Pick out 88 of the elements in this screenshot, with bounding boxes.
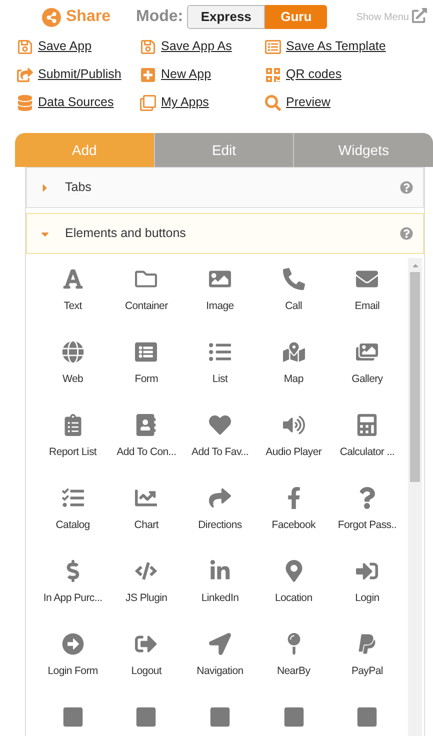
element-label[interactable]: Gallery [352,372,383,388]
speaker-icon[interactable] [282,414,305,436]
help-icon[interactable] [400,227,413,240]
image-icon[interactable] [208,268,231,290]
square-icon [208,706,231,728]
element-label[interactable]: Logout [131,664,162,680]
square-icon [356,706,378,728]
action-link[interactable]: Save App As [161,37,232,56]
square-icon [62,706,84,728]
envelope-icon[interactable] [356,268,378,290]
element-label[interactable]: Web [62,372,84,388]
element-label[interactable]: Forgot Pass.. [338,518,396,534]
gallery-icon[interactable] [356,341,378,363]
action-link[interactable]: Save App [38,37,92,56]
action-link[interactable]: QR codes [286,65,342,84]
mode-label: Mode: [136,7,184,27]
folder-icon[interactable] [135,268,158,290]
element-label[interactable]: Login [355,591,380,607]
plus-icon [140,66,156,82]
login-icon[interactable] [356,560,378,582]
heart-icon[interactable] [208,414,231,436]
action-link[interactable]: Submit/Publish [38,65,122,84]
calculator-icon[interactable] [356,414,378,436]
address-book-icon[interactable] [135,414,158,436]
element-label[interactable]: Report List [49,445,97,461]
location-pin-icon[interactable] [282,560,305,582]
share-icon [42,8,61,26]
letter-icon[interactable] [62,268,84,290]
element-label[interactable]: Location [274,591,312,607]
search-icon [265,94,281,110]
linkedin-icon[interactable] [208,560,231,582]
element-label[interactable]: Login Form [48,664,98,680]
action-link[interactable]: Preview [286,93,330,112]
element-label[interactable]: PayPal [351,664,383,680]
accordion-header[interactable]: Elements and buttons [26,213,424,254]
element-label[interactable]: Image [206,299,234,315]
section-title: Elements and buttons [65,225,186,242]
element-label[interactable]: Navigation [196,664,244,680]
element-label[interactable]: Text [64,299,82,315]
element-label[interactable]: Audio Player [266,445,322,461]
element-label[interactable]: Chart [134,518,158,534]
element-label[interactable]: Add To Fav... [191,445,248,461]
element-label[interactable]: NearBy [276,664,310,680]
scrollbar-track[interactable] [408,258,422,736]
action-link[interactable]: Save As Template [286,37,386,56]
save-icon [140,38,156,54]
element-label[interactable]: Directions [198,518,242,534]
code-icon[interactable] [135,560,158,582]
element-label[interactable]: Call [285,299,302,315]
help-icon[interactable] [400,181,413,194]
accordion-header[interactable]: Tabs [26,167,424,208]
element-label[interactable]: Form [134,372,158,388]
square-icon [135,706,158,728]
database-icon [17,94,33,110]
element-label[interactable]: Catalog [56,518,90,534]
mode-toggle[interactable]: Express [187,5,266,29]
map-icon[interactable] [282,341,305,363]
navigation-icon[interactable] [208,633,231,655]
element-label[interactable]: Facebook [272,518,316,534]
action-link[interactable]: New App [161,65,212,84]
turn-arrow-icon[interactable] [208,487,231,509]
element-label[interactable]: JS Plugin [126,591,168,607]
save-icon [17,38,33,54]
copy-icon [140,94,156,110]
globe-icon[interactable] [62,341,84,363]
element-label[interactable]: Calculator ... [340,445,395,461]
list-icon [265,38,281,54]
form-icon[interactable] [135,341,158,363]
list-icon[interactable] [208,341,231,363]
qr-code-icon [265,66,281,82]
section-title: Tabs [65,179,92,196]
logout-icon[interactable] [135,633,158,655]
checklist-icon[interactable] [62,487,84,509]
element-label[interactable]: In App Purc... [43,591,102,607]
external-link-icon [412,8,427,22]
chart-icon[interactable] [135,487,158,509]
element-label[interactable]: Email [354,299,380,315]
element-label[interactable]: List [212,372,228,388]
element-label[interactable]: LinkedIn [201,591,239,607]
arrow-icon[interactable] [62,633,84,655]
element-label[interactable]: Map [284,372,304,388]
square-icon [282,706,305,728]
element-label[interactable]: Container [124,299,168,315]
element-label[interactable]: Add To Con... [116,445,176,461]
action-link[interactable]: My Apps [161,93,209,112]
action-link[interactable]: Data Sources [38,93,114,112]
phone-icon[interactable] [282,268,305,290]
scrollbar-thumb[interactable] [410,272,420,482]
